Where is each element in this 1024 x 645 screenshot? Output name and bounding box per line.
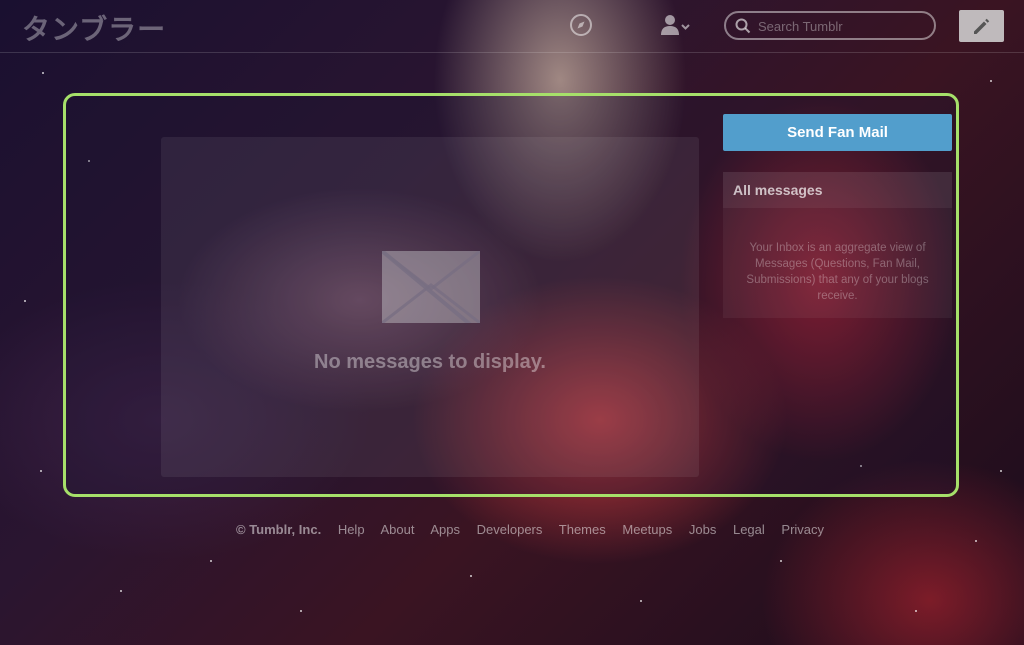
inbox-panel: No messages to display. Send Fan Mail Al… (63, 93, 959, 497)
footer-link-apps[interactable]: Apps (430, 522, 460, 537)
account-icon[interactable] (660, 13, 692, 39)
search-input[interactable] (758, 16, 928, 36)
compass-icon[interactable] (569, 13, 593, 37)
empty-state-message: No messages to display. (314, 351, 546, 373)
footer-link-themes[interactable]: Themes (559, 522, 606, 537)
inbox-description: Your Inbox is an aggregate view of Messa… (746, 242, 929, 302)
top-navbar: タンブラー (0, 0, 1024, 53)
footer: © Tumblr, Inc. Help About Apps Developer… (236, 522, 837, 538)
footer-link-about[interactable]: About (380, 522, 414, 537)
footer-link-developers[interactable]: Developers (477, 522, 543, 537)
footer-link-privacy[interactable]: Privacy (781, 522, 824, 537)
tumblr-logo[interactable]: タンブラー (22, 8, 166, 48)
footer-link-jobs[interactable]: Jobs (689, 522, 716, 537)
envelope-icon (382, 251, 480, 323)
inbox-description-box: Your Inbox is an aggregate view of Messa… (723, 208, 952, 318)
message-list-area: No messages to display. (161, 137, 699, 477)
search-box (724, 11, 936, 40)
footer-copyright: © Tumblr, Inc. (236, 522, 322, 537)
footer-link-meetups[interactable]: Meetups (622, 522, 672, 537)
footer-link-help[interactable]: Help (338, 522, 365, 537)
search-icon (735, 18, 751, 34)
send-fan-mail-button[interactable]: Send Fan Mail (723, 114, 952, 151)
compose-button[interactable] (959, 10, 1004, 42)
pencil-icon (974, 18, 990, 34)
all-messages-filter[interactable]: All messages (723, 172, 952, 208)
footer-link-legal[interactable]: Legal (733, 522, 765, 537)
